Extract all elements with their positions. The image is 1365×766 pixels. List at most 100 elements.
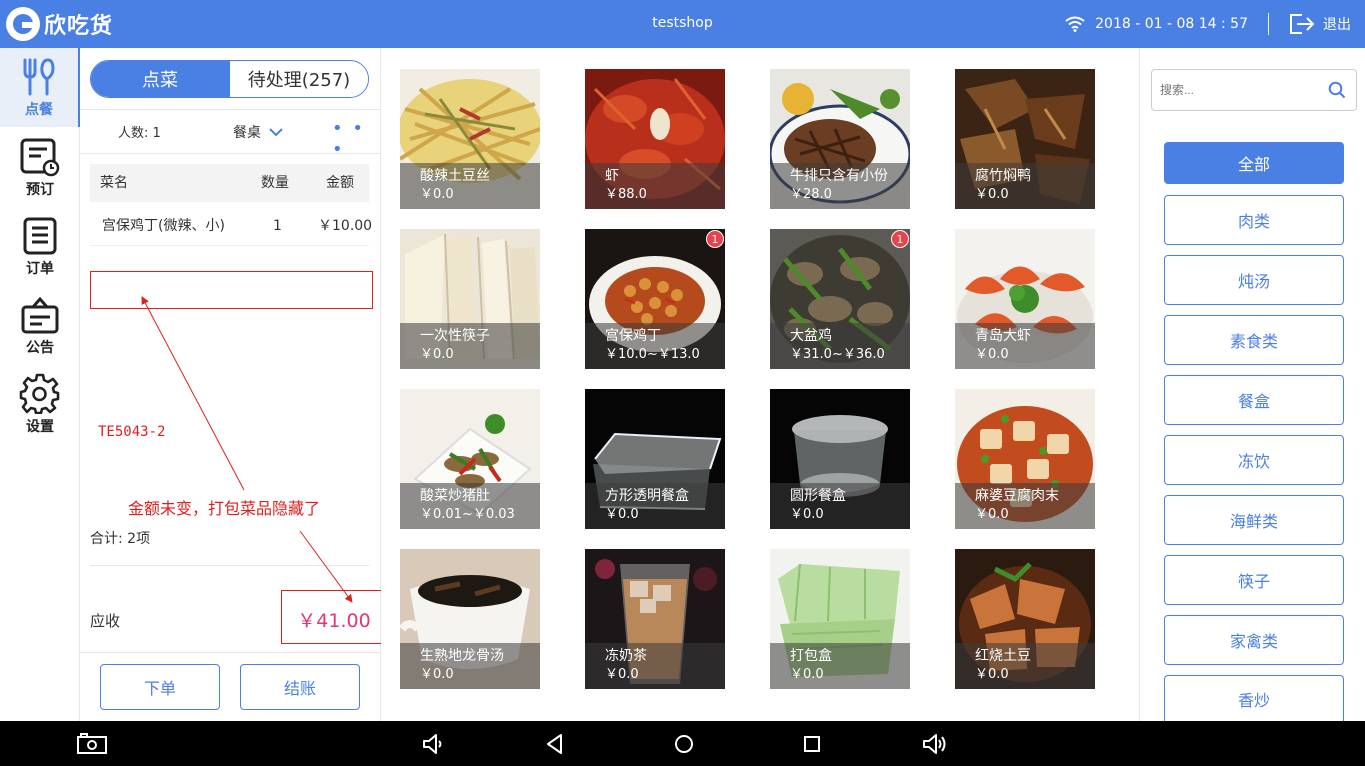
dish-price: ￥31.0~￥36.0 bbox=[790, 347, 885, 362]
dish-caption: 打包盒 ￥0.0 bbox=[770, 643, 910, 689]
dish-card[interactable]: 1 宫保鸡丁 ￥10.0~￥13.0 bbox=[585, 229, 725, 369]
nav-item-orders[interactable]: 订单 bbox=[0, 207, 80, 286]
nav-item-reservation[interactable]: 预订 bbox=[0, 128, 80, 207]
dish-card[interactable]: 冻奶茶 ￥0.0 bbox=[585, 549, 725, 689]
amount-due-label: 应收 bbox=[90, 612, 121, 630]
dish-card[interactable]: 虾 ￥88.0 bbox=[585, 69, 725, 209]
dish-caption: 腐竹焖鸭 ￥0.0 bbox=[955, 163, 1095, 209]
tab-pending[interactable]: 待处理(257) bbox=[229, 61, 368, 97]
screenshot-icon[interactable] bbox=[77, 733, 107, 755]
cart-count-badge: 1 bbox=[891, 230, 909, 248]
divider bbox=[80, 109, 381, 110]
category-stew-soup[interactable]: 炖汤 bbox=[1164, 255, 1344, 305]
category-vegetarian[interactable]: 素食类 bbox=[1164, 315, 1344, 365]
category-lunchbox[interactable]: 餐盒 bbox=[1164, 375, 1344, 425]
tab-order-food[interactable]: 点菜 bbox=[91, 61, 229, 97]
reservation-icon bbox=[20, 138, 60, 177]
category-cold-drinks[interactable]: 冻饮 bbox=[1164, 435, 1344, 485]
dish-card[interactable]: 打包盒 ￥0.0 bbox=[770, 549, 910, 689]
dish-card[interactable]: 牛排只含有小份 ￥28.0 bbox=[770, 69, 910, 209]
logout-label: 退出 bbox=[1323, 17, 1351, 33]
home-icon[interactable] bbox=[673, 733, 695, 755]
dish-name: 酸辣土豆丝 bbox=[420, 168, 490, 184]
dish-card[interactable]: 青岛大虾 ￥0.0 bbox=[955, 229, 1095, 369]
dish-caption: 牛排只含有小份 ￥28.0 bbox=[770, 163, 910, 209]
category-panel: 全部 肉类 炖汤 素食类 餐盒 冻饮 海鲜类 筷子 家禽类 香炒 bbox=[1139, 48, 1365, 721]
dish-card[interactable]: 方形透明餐盒 ￥0.0 bbox=[585, 389, 725, 529]
dish-caption: 方形透明餐盒 ￥0.0 bbox=[585, 483, 725, 529]
item-name: 宫保鸡丁(微辣、小) bbox=[102, 218, 225, 234]
dish-card[interactable]: 圆形餐盒 ￥0.0 bbox=[770, 389, 910, 529]
dish-price: ￥0.0 bbox=[975, 347, 1009, 362]
table-selector[interactable]: 餐桌 bbox=[233, 122, 283, 142]
divider bbox=[80, 652, 381, 653]
dish-caption: 青岛大虾 ￥0.0 bbox=[955, 323, 1095, 369]
dish-price: ￥0.01~￥0.03 bbox=[420, 507, 515, 522]
dish-card[interactable]: 腐竹焖鸭 ￥0.0 bbox=[955, 69, 1095, 209]
search-input[interactable] bbox=[1160, 80, 1320, 100]
dish-price: ￥0.0 bbox=[975, 187, 1009, 202]
nav-item-order-food[interactable]: 点餐 bbox=[0, 48, 80, 127]
column-header-name: 菜名 bbox=[100, 175, 128, 191]
dish-name: 青岛大虾 bbox=[975, 328, 1031, 344]
dish-price: ￥0.0 bbox=[420, 187, 454, 202]
category-meat[interactable]: 肉类 bbox=[1164, 195, 1344, 245]
dish-card[interactable]: 1 大盆鸡 ￥31.0~￥36.0 bbox=[770, 229, 910, 369]
dish-grid: 酸辣土豆丝 ￥0.0 虾 ￥88.0 牛排只含有小份 ￥28.0 腐竹焖鸭 ￥0… bbox=[381, 48, 1139, 721]
dish-price: ￥0.0 bbox=[605, 667, 639, 682]
search-icon[interactable] bbox=[1328, 81, 1346, 99]
dish-name: 打包盒 bbox=[790, 648, 832, 664]
volume-down-icon[interactable] bbox=[422, 733, 444, 755]
category-all[interactable]: 全部 bbox=[1164, 142, 1344, 184]
dish-card[interactable]: 红烧土豆 ￥0.0 bbox=[955, 549, 1095, 689]
category-chopsticks[interactable]: 筷子 bbox=[1164, 555, 1344, 605]
back-icon[interactable] bbox=[546, 733, 564, 755]
dish-caption: 红烧土豆 ￥0.0 bbox=[955, 643, 1095, 689]
nav-label: 订单 bbox=[26, 261, 54, 277]
order-row[interactable]: 宫保鸡丁(微辣、小) 1 ￥10.00 bbox=[90, 206, 373, 246]
dish-card[interactable]: 生熟地龙骨汤 ￥0.0 bbox=[400, 549, 540, 689]
dish-name: 虾 bbox=[605, 168, 619, 184]
item-amount: ￥10.00 bbox=[318, 218, 373, 234]
dish-card[interactable]: 一次性筷子 ￥0.0 bbox=[400, 229, 540, 369]
logout-button[interactable]: 退出 bbox=[1289, 13, 1351, 35]
dish-price: ￥0.0 bbox=[420, 667, 454, 682]
place-order-button[interactable]: 下单 bbox=[100, 664, 220, 710]
dish-name: 酸菜炒猪肚 bbox=[420, 488, 490, 504]
category-stir-fry[interactable]: 香炒 bbox=[1164, 675, 1344, 721]
dish-card[interactable]: 酸菜炒猪肚 ￥0.01~￥0.03 bbox=[400, 389, 540, 529]
logout-icon bbox=[1290, 14, 1315, 34]
nav-label: 公告 bbox=[26, 340, 54, 356]
dish-caption: 一次性筷子 ￥0.0 bbox=[400, 323, 540, 369]
dish-name: 麻婆豆腐肉末 bbox=[975, 488, 1059, 504]
dish-name: 一次性筷子 bbox=[420, 328, 490, 344]
volume-up-icon[interactable] bbox=[922, 733, 948, 755]
divider bbox=[80, 153, 381, 154]
dish-price: ￥0.0 bbox=[420, 347, 454, 362]
nav-item-settings[interactable]: 设置 bbox=[0, 365, 80, 444]
checkout-button[interactable]: 结账 bbox=[240, 664, 360, 710]
dish-name: 圆形餐盒 bbox=[790, 488, 846, 504]
search-box[interactable] bbox=[1151, 69, 1357, 111]
gear-icon bbox=[19, 373, 60, 414]
cart-count-badge: 1 bbox=[706, 230, 724, 248]
category-poultry[interactable]: 家禽类 bbox=[1164, 615, 1344, 665]
dish-caption: 生熟地龙骨汤 ￥0.0 bbox=[400, 643, 540, 689]
nav-item-announcement[interactable]: 公告 bbox=[0, 286, 80, 365]
nav-label: 设置 bbox=[26, 419, 54, 435]
dish-name: 腐竹焖鸭 bbox=[975, 168, 1031, 184]
nav-label: 预订 bbox=[26, 182, 54, 198]
amount-due-value: ￥41.00 bbox=[297, 610, 371, 632]
dish-card[interactable]: 麻婆豆腐肉末 ￥0.0 bbox=[955, 389, 1095, 529]
dish-card[interactable]: 酸辣土豆丝 ￥0.0 bbox=[400, 69, 540, 209]
dish-price: ￥0.0 bbox=[790, 667, 824, 682]
recents-icon[interactable] bbox=[802, 733, 822, 755]
divider bbox=[1268, 13, 1269, 35]
annotation-code: TE5043-2 bbox=[98, 424, 166, 440]
people-count[interactable]: 人数: 1 bbox=[118, 122, 161, 141]
dish-name: 牛排只含有小份 bbox=[790, 168, 888, 184]
dish-caption: 大盆鸡 ￥31.0~￥36.0 bbox=[770, 323, 910, 369]
fork-knife-icon bbox=[23, 58, 55, 96]
category-seafood[interactable]: 海鲜类 bbox=[1164, 495, 1344, 545]
dish-price: ￥0.0 bbox=[975, 507, 1009, 522]
